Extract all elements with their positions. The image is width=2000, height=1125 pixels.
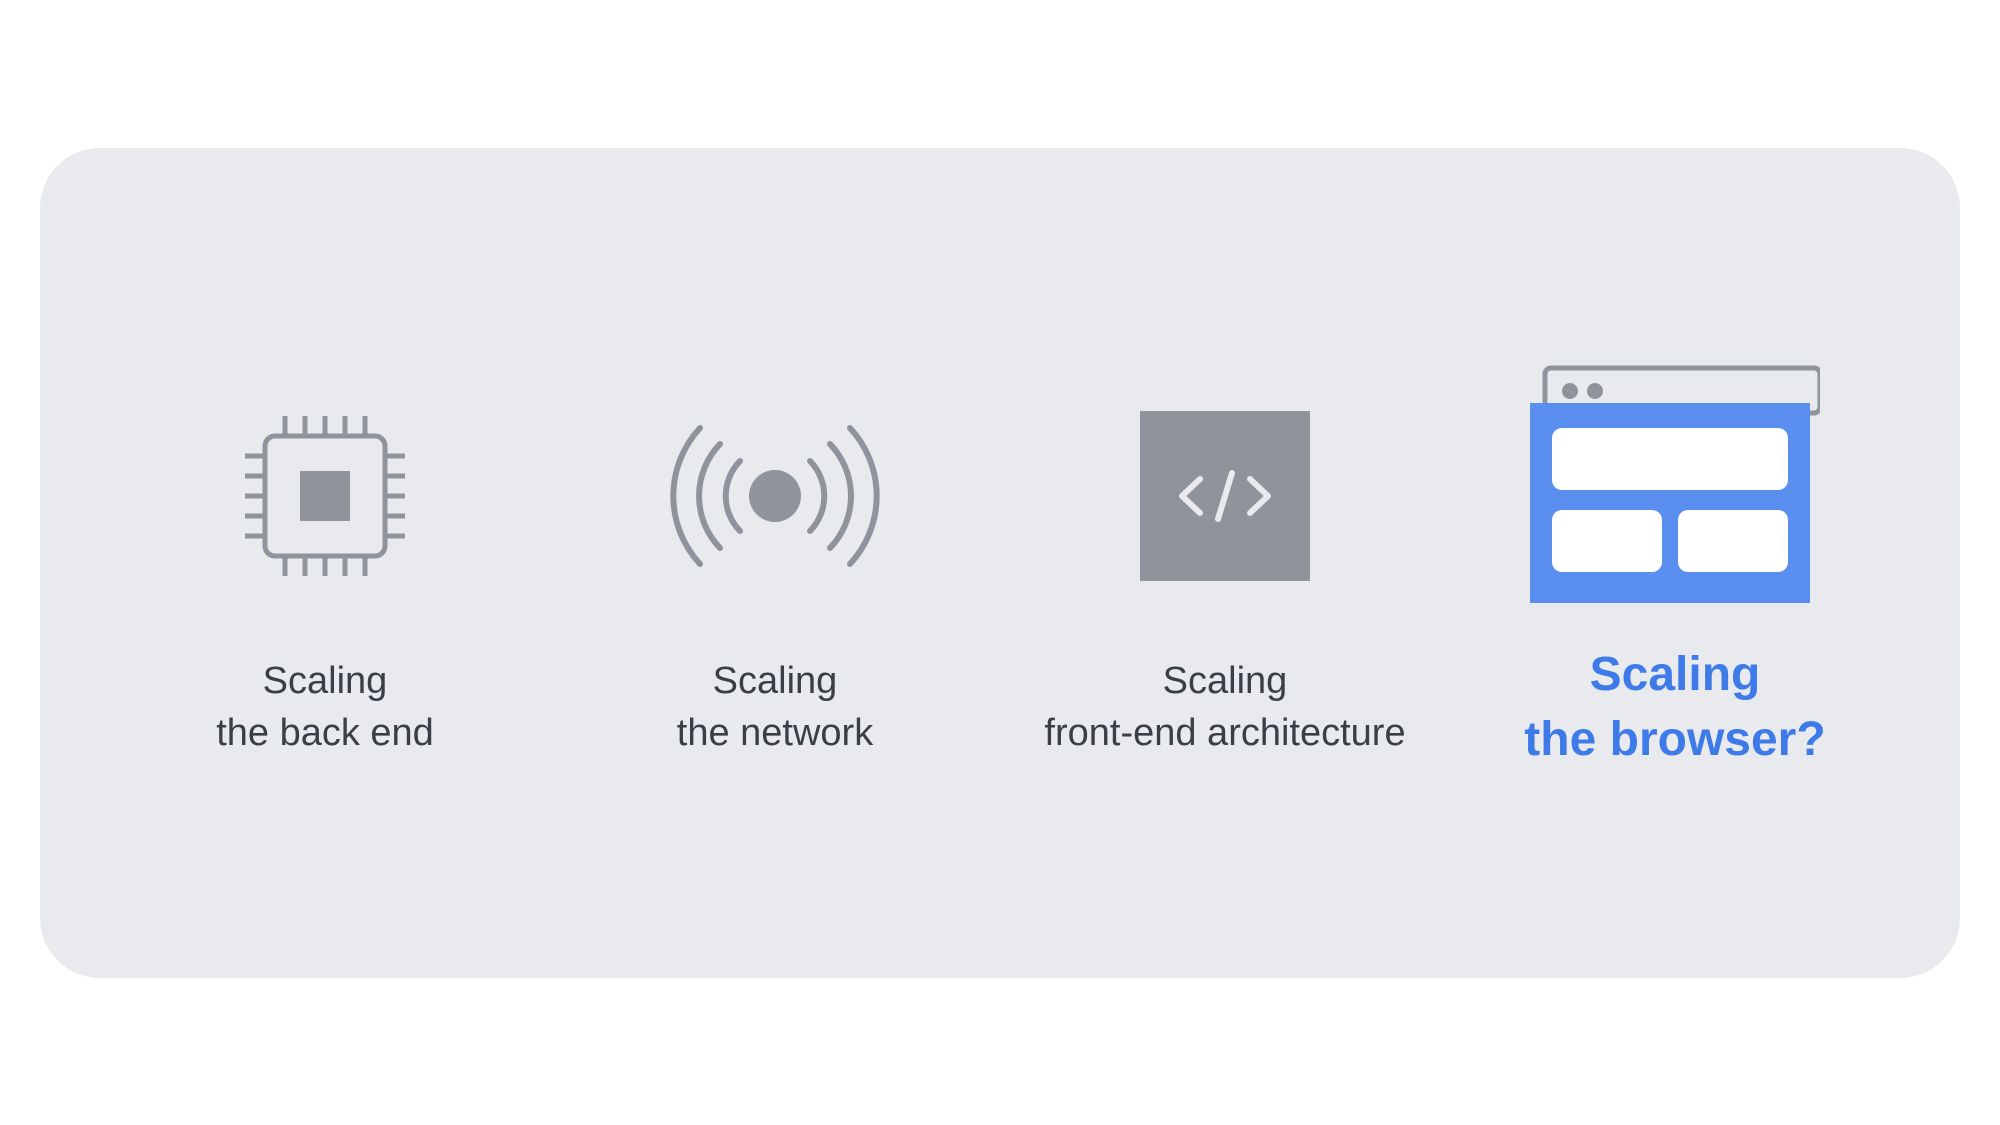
item-backend: Scaling the back end: [100, 366, 550, 759]
item-label-browser: Scaling the browser?: [1524, 643, 1825, 773]
item-browser: Scaling the browser?: [1450, 353, 1900, 773]
browser-icon: [1530, 353, 1820, 613]
cpu-icon: [225, 366, 425, 626]
signal-icon: [655, 366, 895, 626]
diagram-panel: Scaling the back end Scaling the network: [40, 148, 1960, 978]
item-label-backend: Scaling the back end: [216, 656, 434, 759]
code-icon: [1140, 366, 1310, 626]
item-frontend: Scaling front-end architecture: [1000, 366, 1450, 759]
item-network: Scaling the network: [550, 366, 1000, 759]
item-label-frontend: Scaling front-end architecture: [1044, 656, 1405, 759]
item-label-network: Scaling the network: [677, 656, 873, 759]
